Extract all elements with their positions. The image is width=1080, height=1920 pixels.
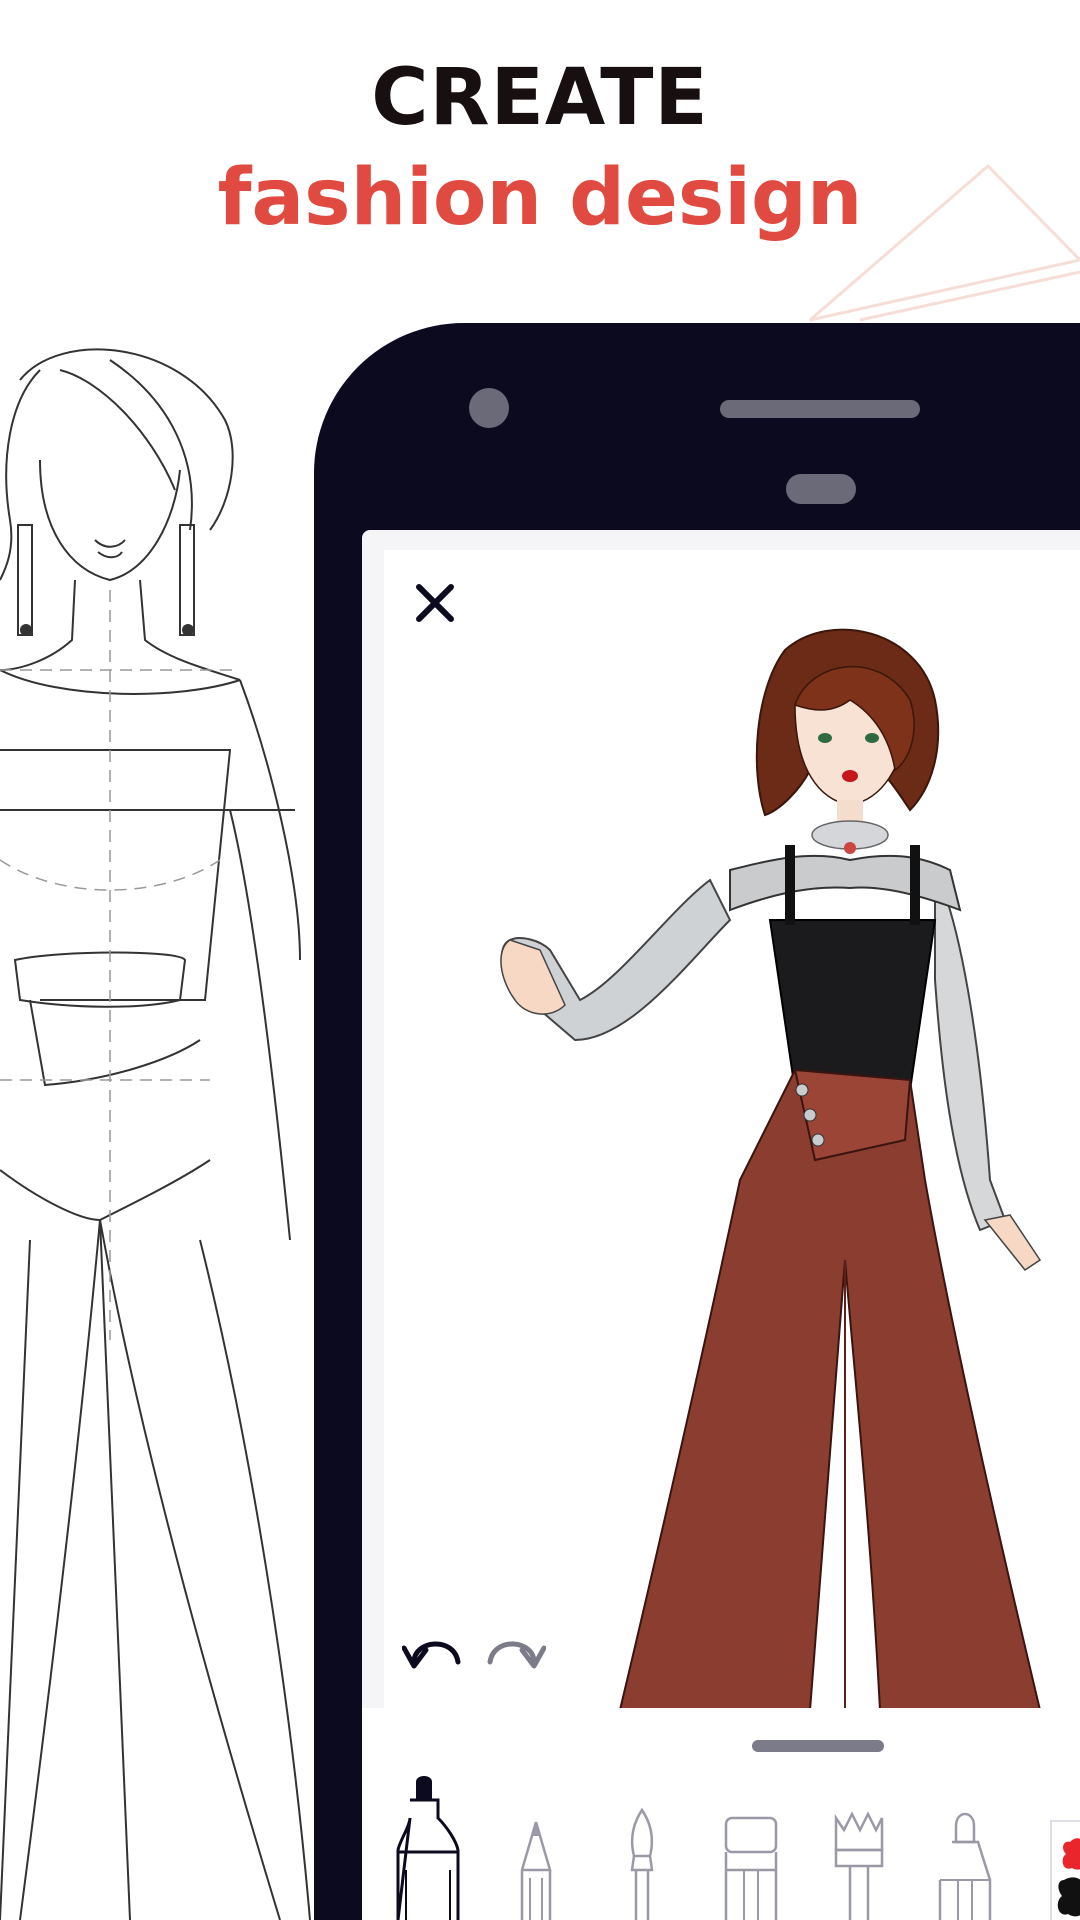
marker-tool-icon[interactable]: [388, 1770, 468, 1920]
wide-marker-tool-icon[interactable]: [716, 1770, 786, 1920]
phone-camera: [469, 388, 509, 428]
phone-sensor: [786, 474, 856, 504]
redo-button[interactable]: [482, 1622, 547, 1678]
redo-icon: [487, 1641, 547, 1669]
undo-icon: [401, 1641, 461, 1669]
headline-create: CREATE: [371, 53, 709, 143]
undo-button[interactable]: [401, 1622, 466, 1678]
paint-splash-icon: [1057, 1838, 1080, 1917]
fashion-sketch-outline: [0, 348, 311, 1920]
pencil-tool-icon[interactable]: [506, 1770, 566, 1920]
phone-speaker: [720, 400, 920, 418]
pen-nib-tool-icon[interactable]: [930, 1770, 1000, 1920]
close-button[interactable]: [405, 573, 465, 633]
color-swatch-button[interactable]: [1050, 1820, 1080, 1920]
fashion-figure-colored: [500, 628, 1042, 1710]
sheet-drag-handle[interactable]: [752, 1740, 884, 1752]
decorative-triangle: [809, 163, 1080, 322]
flat-brush-tool-icon[interactable]: [824, 1770, 894, 1920]
brush-tool-icon[interactable]: [612, 1770, 672, 1920]
close-icon: [416, 584, 454, 622]
